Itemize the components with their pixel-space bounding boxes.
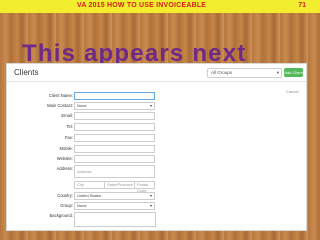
slide-header-bar: VA 2015 HOW TO USE INVOICEABLE 71	[0, 0, 320, 13]
background-label: Background:	[49, 213, 73, 218]
city-field[interactable]: City	[74, 181, 105, 189]
tel-label: Tel:	[66, 124, 73, 129]
group-select[interactable]: None ▾	[74, 202, 155, 210]
main-contact-label: Main Contact:	[47, 103, 73, 108]
main-contact-select[interactable]: None ▾	[74, 102, 155, 110]
mobile-field[interactable]	[74, 145, 155, 153]
website-label: Website:	[56, 156, 73, 161]
group-value: None	[77, 203, 87, 208]
add-client-button[interactable]: Add Client	[284, 68, 303, 77]
fax-label: Fax:	[64, 135, 73, 140]
group-label: Group:	[60, 203, 73, 208]
group-filter-select[interactable]: All Groups ▾	[207, 68, 282, 78]
address-row: Address: Address	[7, 165, 306, 178]
panel-toolbar: Clients All Groups ▾ Add Client	[7, 64, 306, 82]
country-value: United States	[77, 193, 102, 198]
main-contact-row: Main Contact: None ▾	[7, 102, 306, 112]
chevron-down-icon: ▾	[149, 103, 152, 108]
client-name-row: Client Name:	[7, 92, 306, 102]
client-name-input[interactable]	[74, 92, 155, 100]
address-label: Address:	[56, 166, 73, 171]
background-row: Background:	[7, 212, 306, 228]
mobile-row: Mobile:	[7, 145, 306, 155]
address-field[interactable]: Address	[74, 165, 155, 178]
clients-panel: Clients All Groups ▾ Add Client Cancel C…	[6, 63, 307, 231]
tel-field[interactable]	[74, 123, 155, 131]
group-row: Group: None ▾	[7, 202, 306, 212]
email-label: Email:	[61, 113, 73, 118]
tel-row: Tel:	[7, 123, 306, 133]
client-name-label: Client Name:	[48, 93, 73, 98]
page-title: Clients	[14, 68, 39, 77]
email-row: Email:	[7, 112, 306, 122]
email-field[interactable]	[74, 112, 155, 120]
main-contact-value: None	[77, 103, 87, 108]
slide-header-title: VA 2015 HOW TO USE INVOICEABLE	[77, 2, 207, 9]
website-field[interactable]	[74, 155, 155, 163]
country-row: Country: United States ▾	[7, 192, 306, 202]
slide-page-number: 71	[298, 2, 306, 9]
fax-row: Fax:	[7, 134, 306, 144]
chevron-down-icon: ▾	[276, 70, 279, 75]
background-textarea[interactable]	[74, 212, 156, 227]
chevron-down-icon: ▾	[149, 203, 152, 208]
country-select[interactable]: United States ▾	[74, 192, 155, 200]
state-field[interactable]: State/Province	[104, 181, 135, 189]
country-label: Country:	[57, 193, 73, 198]
postal-code-field[interactable]: Postal Code	[134, 181, 155, 193]
fax-field[interactable]	[74, 134, 155, 142]
city-state-postal-row: City State/Province Postal Code	[7, 181, 306, 193]
group-filter-value: All Groups	[211, 70, 233, 75]
chevron-down-icon: ▾	[149, 193, 152, 198]
mobile-label: Mobile:	[59, 146, 74, 151]
website-row: Website:	[7, 155, 306, 165]
